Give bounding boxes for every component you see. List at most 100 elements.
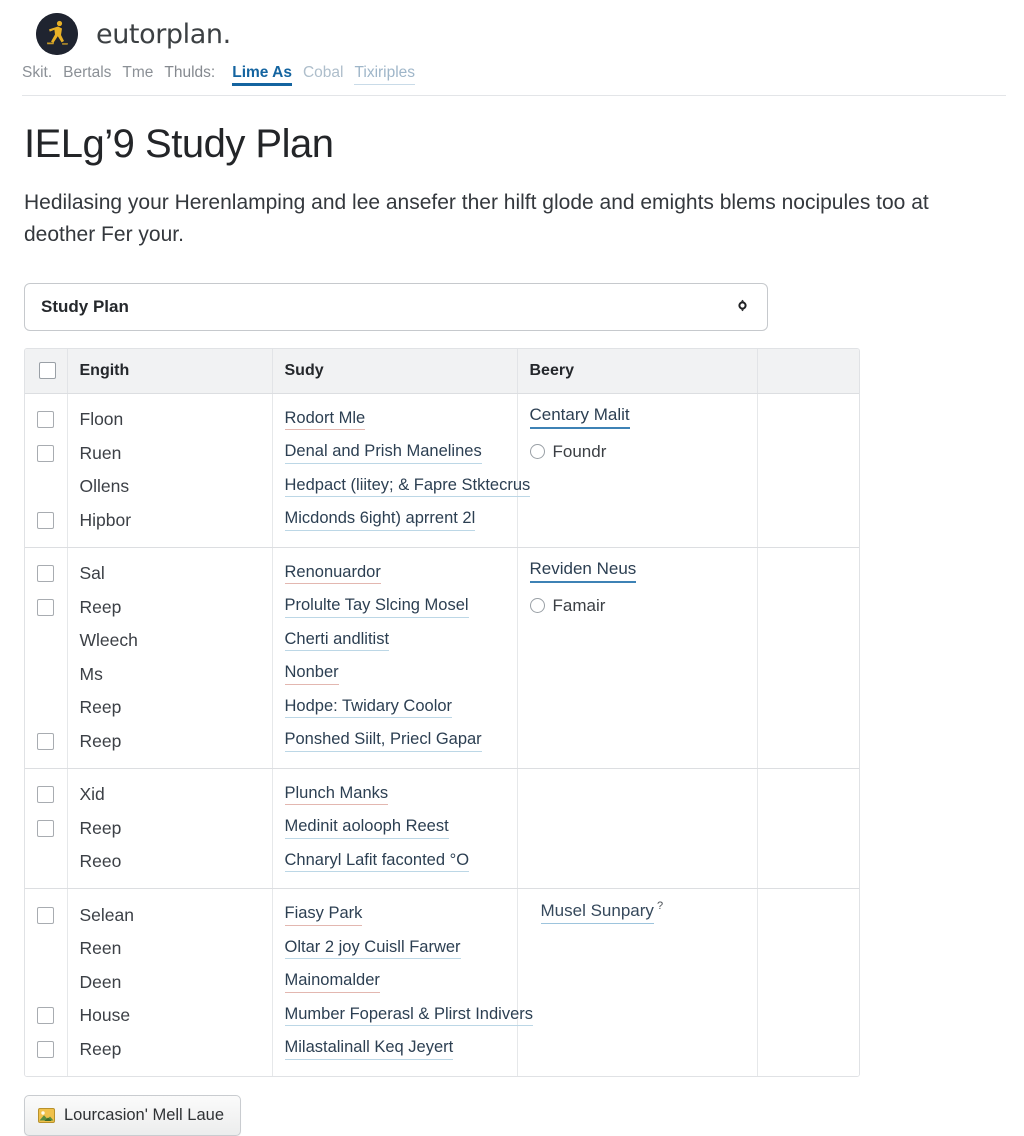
engith-cell: Xid Reep Reeo [67, 768, 273, 890]
row-checkbox[interactable] [37, 819, 55, 837]
sudy-link[interactable]: Micdonds 6ight) aprrent 2l [284, 509, 476, 531]
sudy-cell: Renonuardor Prolulte Tay Slcing Mosel Cher… [272, 547, 518, 769]
runner-circle-logo-icon [36, 13, 78, 55]
brand-name-text: eutorplan [96, 18, 223, 50]
sudy-link[interactable]: Nonber [284, 663, 339, 685]
extra-cell [757, 768, 859, 890]
extra-cell [757, 547, 859, 769]
sudy-link[interactable]: Mainomalder [284, 971, 380, 993]
beery-heading[interactable]: Musel Sunpary [540, 901, 654, 924]
row-checkbox[interactable] [37, 444, 55, 462]
table-header-beery[interactable]: Beery [517, 348, 758, 394]
engith-item: Reeo [79, 851, 122, 872]
engith-item: Ollens [79, 476, 130, 497]
sudy-link[interactable]: Oltar 2 joy Cuisll Farwer [284, 938, 461, 960]
table-header-sudy[interactable]: Sudy [272, 348, 518, 394]
breadcrumb-item-3[interactable]: Thulds: [164, 64, 215, 82]
table-header: Engith Sudy Beery [25, 348, 859, 394]
engith-item: Sal [79, 563, 105, 584]
breadcrumb-item-1[interactable]: Bertals [63, 64, 111, 82]
tab-lime-as[interactable]: Lime As [232, 64, 292, 86]
engith-item: Reep [79, 596, 122, 617]
page-root: eutorplan. Skit. Bertals Tme Thulds: Lim… [0, 0, 1024, 1136]
download-mell-laue-button[interactable]: Lourcasion' Mell Laue [24, 1094, 241, 1136]
beery-heading[interactable]: Centary Malit [529, 405, 630, 429]
beery-cell: Centary Malit Foundr [517, 393, 758, 548]
sudy-link[interactable]: Milastalinall Keq Jeyert [284, 1038, 454, 1060]
sudy-link[interactable]: Renonuardor [284, 563, 381, 585]
extra-cell [757, 393, 859, 548]
engith-item: Xid [79, 784, 105, 805]
row-checkbox-placeholder [38, 941, 53, 956]
engith-cell: Sal Reep Wleech Mѕ Reep Reep [67, 547, 273, 769]
row-checkbox[interactable] [37, 411, 55, 429]
row-checkbox-cell [25, 768, 68, 890]
sudy-link[interactable]: Rodort Mle [284, 409, 366, 431]
row-checkbox[interactable] [37, 732, 55, 750]
row-checkbox-cell [25, 393, 68, 548]
row-checkbox[interactable] [37, 1040, 55, 1058]
sudy-link[interactable]: Medinit aolooph Reest [284, 817, 449, 839]
row-checkbox[interactable] [37, 565, 55, 583]
sudy-link[interactable]: Fiasy Park [284, 904, 363, 926]
tab-cobal[interactable]: Cobal [303, 64, 344, 84]
row-checkbox-placeholder [38, 854, 53, 869]
table-header-select-all[interactable] [25, 348, 68, 394]
row-checkbox[interactable] [37, 511, 55, 529]
brand-name: eutorplan. [96, 19, 231, 50]
engith-item: Reep [79, 817, 122, 838]
breadcrumb-nav: Skit. Bertals Tme Thulds: Lime As Cobal … [0, 56, 1024, 95]
row-checkbox[interactable] [37, 598, 55, 616]
engith-cell: Floon Ruen Ollens Hipbor [67, 393, 273, 548]
row-checkbox-cell [25, 547, 68, 769]
beery-cell: Musel Sunpary ? [517, 888, 758, 1076]
beery-option-label: Famair [552, 595, 606, 615]
engith-item: Wleech [79, 630, 138, 651]
table-row: Xid Reep Reeo Plunch Manks Medinit aolooph R… [25, 768, 859, 890]
sudy-cell: Plunch Manks Medinit aolooph Reest Chnaryl… [272, 768, 518, 890]
beery-heading-sup: ? [653, 900, 664, 913]
radio-icon[interactable] [529, 444, 545, 460]
beery-radio-option[interactable]: Foundr [529, 442, 745, 462]
tab-tixiriples[interactable]: Tixiriples [354, 64, 416, 85]
beery-radio-option[interactable]: Famair [529, 595, 745, 616]
row-checkbox-placeholder [38, 975, 53, 990]
engith-item: Hipbor [79, 509, 132, 530]
breadcrumb-item-0[interactable]: Skit. [22, 64, 52, 82]
table-row: Selean Reen Deen House Reep Fiasy Park Oltar 2… [25, 888, 859, 1076]
sudy-link[interactable]: Chnaryl Lafit faconted °O [284, 851, 470, 873]
engith-cell: Selean Reen Deen House Reep [67, 888, 273, 1076]
sudy-link[interactable]: Plunch Manks [284, 784, 389, 806]
header-divider [22, 95, 1006, 96]
sudy-cell: Rodort Mle Denal and Prish Manelines Hedpa… [272, 393, 531, 548]
sudy-link[interactable]: Cherti andlitist [284, 630, 390, 652]
page-intro: Hedilasing your Herenlamping and lee ans… [24, 191, 929, 246]
row-checkbox[interactable] [37, 906, 55, 924]
breadcrumb-item-2[interactable]: Tme [122, 64, 153, 82]
radio-icon[interactable] [529, 598, 545, 614]
sudy-link[interactable]: Hodpe: Twidary Coolor [284, 697, 453, 719]
sudy-cell: Fiasy Park Oltar 2 joy Cuisll Farwer Maino… [272, 888, 533, 1076]
engith-item: Ruen [79, 442, 122, 463]
study-plan-table: Engith Sudy Beery Floon Ruen Ollens Hipbor R… [25, 348, 859, 1076]
brand-header: eutorplan. [0, 0, 1024, 56]
table-header-engith[interactable]: Engith [67, 348, 273, 394]
row-checkbox[interactable] [37, 1007, 55, 1025]
sudy-link[interactable]: Denal and Prish Manelines [284, 442, 482, 464]
select-all-checkbox[interactable] [39, 362, 56, 380]
row-checkbox[interactable] [37, 786, 55, 804]
table-row: Floon Ruen Ollens Hipbor Rodort Mle Denal and… [25, 393, 859, 548]
engith-item: Reen [79, 938, 122, 959]
sudy-link[interactable]: Ponshed Siilt, Priecl Gapar [284, 730, 482, 752]
beery-heading[interactable]: Reviden Neus [529, 559, 637, 583]
page-title: IELg’9 Study Plan [24, 122, 334, 166]
sudy-link[interactable]: Prolulte Tay Slcing Mosel [284, 596, 469, 618]
sudy-link[interactable]: Mumber Foperasl & Plirst Indivers [284, 1005, 533, 1027]
engith-item: Reep [79, 697, 122, 718]
diamond-caret-icon [736, 299, 749, 314]
row-checkbox-placeholder [38, 700, 53, 715]
sudy-link[interactable]: Hedpact (liitey; & Fapre Stktecrus [284, 476, 531, 498]
table-body: Floon Ruen Ollens Hipbor Rodort Mle Denal and… [25, 393, 859, 1076]
engith-item: House [79, 1005, 131, 1026]
study-plan-select[interactable]: Study Plan [24, 282, 768, 331]
